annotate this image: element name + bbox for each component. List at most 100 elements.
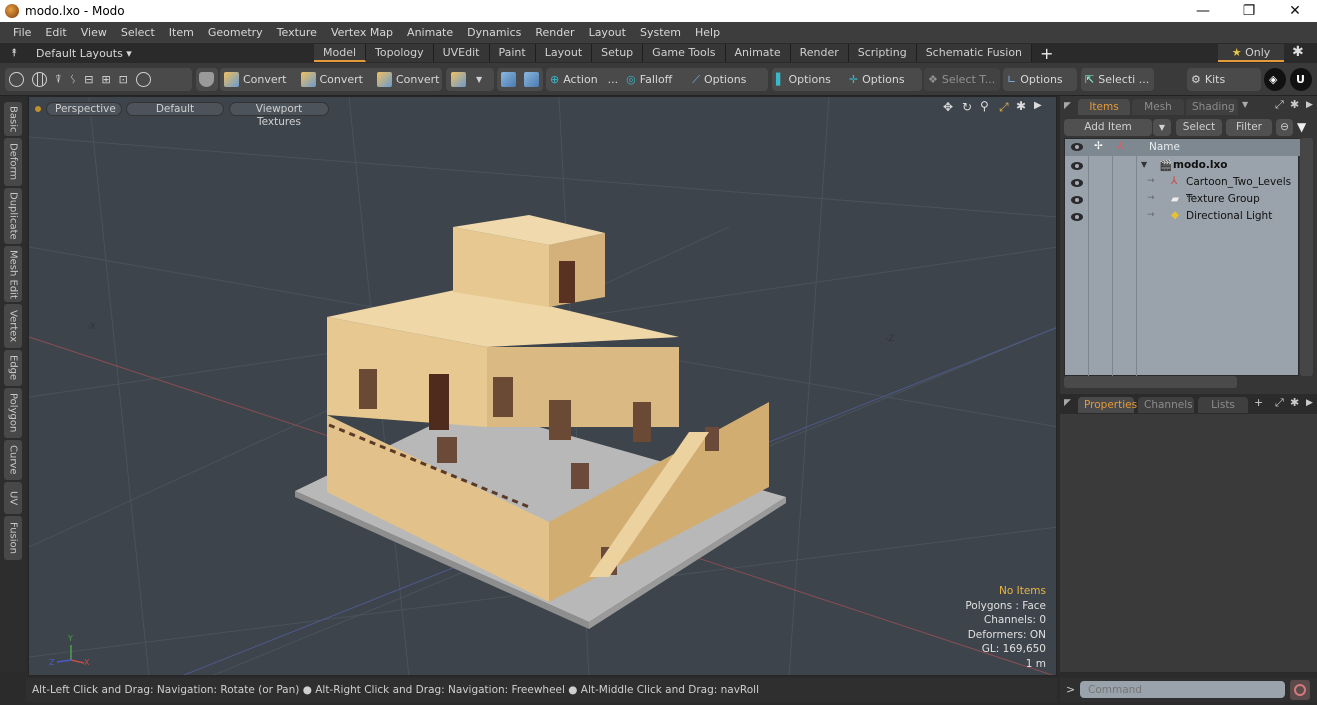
expand-panel-icon[interactable]: ⤢	[1275, 98, 1284, 112]
texture-mode-button[interactable]: Viewport Textures	[229, 102, 329, 128]
primitive-dropdown[interactable]: ▼	[446, 68, 494, 91]
tab-layout[interactable]: Layout	[535, 44, 593, 62]
tab-paint[interactable]: Paint	[489, 44, 536, 62]
options-button-2[interactable]: ▌ Options	[772, 68, 835, 91]
default-layouts-dropdown[interactable]: Default Layouts ▾	[28, 47, 314, 60]
select-button[interactable]: Select	[1176, 119, 1222, 136]
viewport-menu-arrow-icon[interactable]: ▶	[1034, 100, 1042, 111]
visibility-eye-icon[interactable]	[1071, 179, 1083, 187]
side-tab-polygon[interactable]: Polygon	[4, 388, 22, 438]
options-button-3[interactable]: ✛ Options	[845, 68, 909, 91]
item-list-vertical-scrollbar[interactable]	[1300, 138, 1313, 376]
item-row-texture-group[interactable]: → ▰ Texture Group	[1065, 192, 1300, 209]
tab-render[interactable]: Render	[790, 44, 849, 62]
side-tab-fusion[interactable]: Fusion	[4, 516, 22, 560]
only-filter-button[interactable]: ★ Only	[1218, 44, 1284, 62]
menu-view[interactable]: View	[74, 22, 114, 43]
rotate-icon[interactable]: ↻	[962, 100, 972, 114]
view-mode-button[interactable]: Perspective	[46, 102, 122, 116]
unity-button[interactable]: ◈	[1264, 68, 1286, 91]
tab-shading[interactable]: Shading	[1186, 99, 1238, 115]
menu-system[interactable]: System	[633, 22, 688, 43]
add-item-dropdown-icon[interactable]: ▼	[1153, 119, 1171, 136]
tab-channels[interactable]: Channels	[1138, 397, 1194, 413]
viewport-gear-icon[interactable]: ✱	[1016, 99, 1026, 113]
visibility-eye-icon[interactable]	[1071, 162, 1083, 170]
item-row-directional-light[interactable]: → ◆ Directional Light	[1065, 209, 1300, 226]
symmetry-button[interactable]	[497, 68, 520, 91]
panel-menu-arrow-icon[interactable]: ▶	[1306, 100, 1313, 110]
shield-button[interactable]	[196, 68, 218, 91]
gear-icon[interactable]: ✱	[1292, 44, 1304, 60]
expand-triangle-icon[interactable]: ▼	[1141, 160, 1147, 169]
expand-panel-icon[interactable]: ⤢	[1275, 396, 1284, 410]
menu-dynamics[interactable]: Dynamics	[460, 22, 528, 43]
menu-layout[interactable]: Layout	[582, 22, 633, 43]
pan-icon[interactable]: ✥	[943, 100, 953, 114]
tabs-dropdown-icon[interactable]: ▼	[1242, 100, 1248, 109]
vertices-mode-button[interactable]	[5, 68, 28, 91]
menu-select[interactable]: Select	[114, 22, 162, 43]
panel-gear-icon[interactable]: ✱	[1290, 98, 1299, 111]
kits-button[interactable]: ⚙ Kits	[1187, 68, 1261, 91]
selection-sets-button[interactable]: ⇱ Selecti ...	[1081, 68, 1154, 91]
tab-animate[interactable]: Animate	[725, 44, 791, 62]
globe-mode-button[interactable]	[28, 68, 51, 91]
restore-icon[interactable]: ❐	[1226, 0, 1272, 22]
side-tab-duplicate[interactable]: Duplicate	[4, 188, 22, 244]
pivot-mode-button[interactable]	[132, 68, 155, 91]
menu-vertex-map[interactable]: Vertex Map	[324, 22, 400, 43]
edges-mode-button[interactable]: ᛊ	[66, 68, 81, 91]
convert-button-2[interactable]: Convert	[297, 68, 368, 91]
convert-button-3[interactable]: Convert	[373, 68, 444, 91]
unreal-button[interactable]: U	[1290, 68, 1312, 91]
collapse-arrow-icon[interactable]: ⯭	[0, 46, 28, 60]
materials-mode-button[interactable]: ⊡	[115, 68, 132, 91]
3d-viewport[interactable]: Y Z X -X -Z Perspective Default Viewport…	[28, 96, 1057, 676]
tab-uvedit[interactable]: UVEdit	[433, 44, 490, 62]
menu-texture[interactable]: Texture	[270, 22, 324, 43]
tab-topology[interactable]: Topology	[366, 44, 434, 62]
side-tab-deform[interactable]: Deform	[4, 138, 22, 186]
shading-mode-button[interactable]: Default	[126, 102, 224, 116]
add-tab-button[interactable]: +	[1254, 396, 1263, 409]
add-item-button[interactable]: Add Item	[1064, 119, 1152, 136]
funnel-filter-icon[interactable]: ▼	[1297, 120, 1306, 134]
tab-items[interactable]: Items	[1078, 99, 1130, 115]
tab-game-tools[interactable]: Game Tools	[643, 44, 726, 62]
lock-column-icon[interactable]: ✢	[1094, 140, 1103, 152]
action-center-button[interactable]: ⊕ Action...	[546, 68, 622, 91]
menu-file[interactable]: File	[6, 22, 38, 43]
item-row-mesh[interactable]: → ⅄ Cartoon_Two_Levels ...	[1065, 175, 1300, 200]
visibility-eye-icon[interactable]	[1071, 213, 1083, 221]
filter-button[interactable]: Filter	[1226, 119, 1272, 136]
name-column-header[interactable]: Name	[1149, 141, 1180, 153]
side-tab-edge[interactable]: Edge	[4, 350, 22, 386]
menu-animate[interactable]: Animate	[400, 22, 460, 43]
menu-geometry[interactable]: Geometry	[201, 22, 270, 43]
locator-column-icon[interactable]: ⅄	[1117, 140, 1123, 152]
convert-button-1[interactable]: Convert	[220, 68, 291, 91]
menu-render[interactable]: Render	[528, 22, 581, 43]
menu-item[interactable]: Item	[162, 22, 201, 43]
record-button[interactable]	[1290, 680, 1310, 700]
maximize-viewport-icon[interactable]: ⤢	[999, 100, 1009, 115]
item-list-horizontal-scrollbar[interactable]	[1064, 376, 1237, 388]
side-tab-curve[interactable]: Curve	[4, 440, 22, 480]
menu-edit[interactable]: Edit	[38, 22, 73, 43]
zoom-icon[interactable]: ⚲	[980, 99, 989, 113]
side-tab-mesh-edit[interactable]: Mesh Edit	[4, 246, 22, 302]
visibility-column-icon[interactable]	[1071, 143, 1083, 151]
menu-help[interactable]: Help	[688, 22, 727, 43]
tab-mesh[interactable]: Mesh ...	[1132, 99, 1184, 129]
tab-schematic-fusion[interactable]: Schematic Fusion	[916, 44, 1033, 62]
polygons-mode-button[interactable]: ⊟	[80, 68, 97, 91]
panel-gear-icon[interactable]: ✱	[1290, 396, 1299, 409]
falloff-button[interactable]: ◎ Falloff	[622, 68, 676, 91]
panel-corner-icon[interactable]: ◤	[1064, 101, 1071, 111]
tab-setup[interactable]: Setup	[592, 44, 644, 62]
command-input[interactable]	[1080, 681, 1285, 698]
panel-corner-icon[interactable]: ◤	[1064, 398, 1071, 408]
options-button-4[interactable]: ∟ Options	[1003, 68, 1077, 91]
side-tab-uv[interactable]: UV	[4, 482, 22, 514]
